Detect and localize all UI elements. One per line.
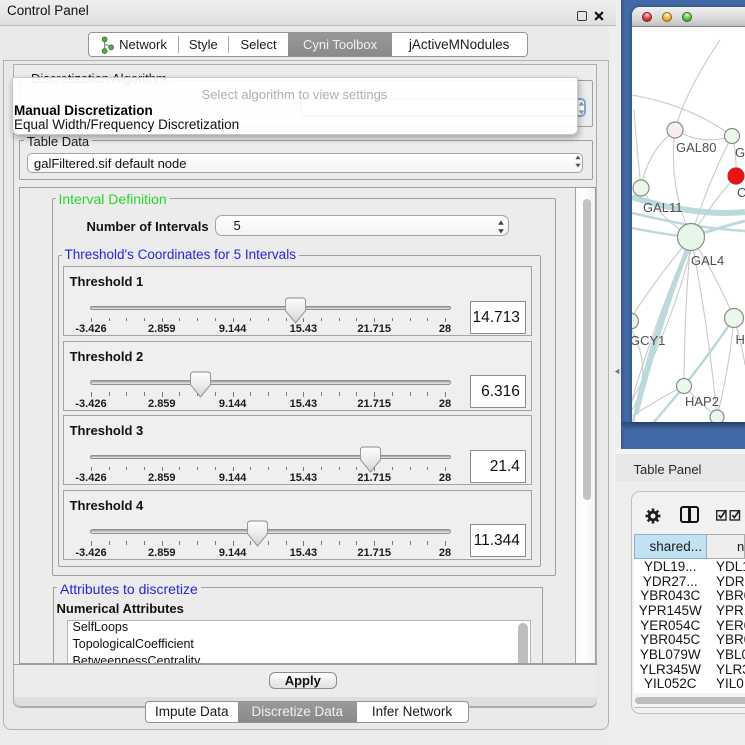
- svg-text:GAL80: GAL80: [676, 140, 716, 155]
- svg-text:GCY1: GCY1: [632, 333, 665, 348]
- svg-text:HAP2: HAP2: [685, 394, 719, 409]
- svg-text:GAL4: GAL4: [691, 253, 724, 268]
- svg-text:H: H: [736, 332, 745, 347]
- svg-text:GAL11: GAL11: [643, 200, 683, 215]
- svg-text:C: C: [737, 185, 745, 200]
- svg-text:GA: GA: [735, 145, 745, 160]
